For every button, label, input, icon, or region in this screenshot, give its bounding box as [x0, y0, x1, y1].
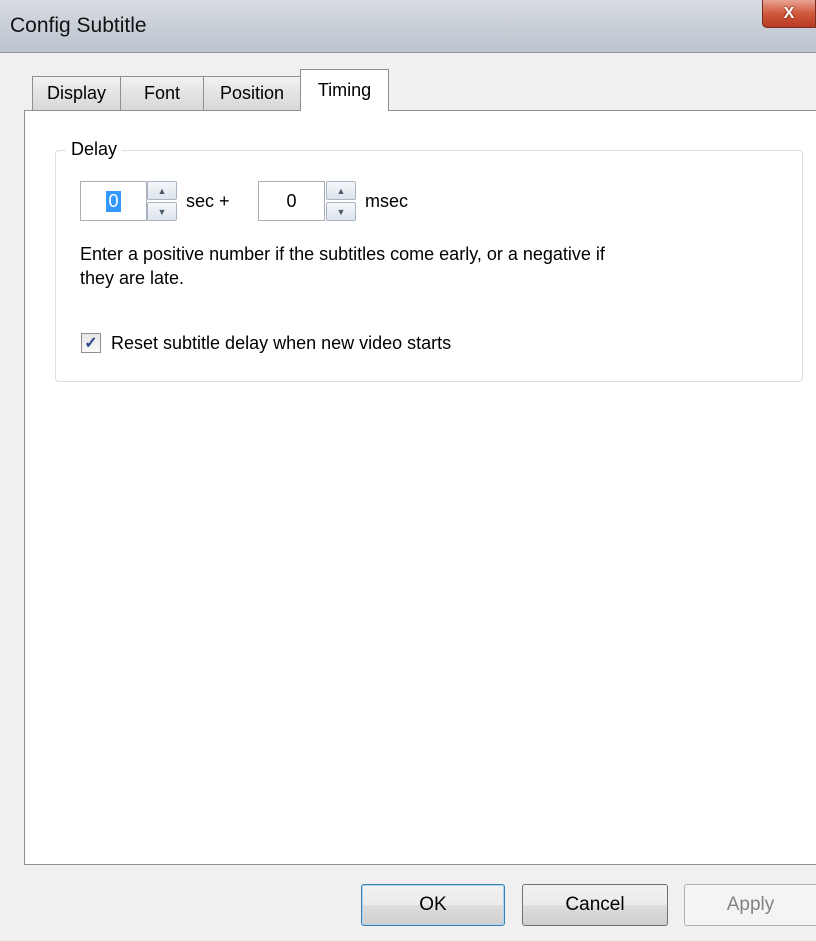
tab-label: Display	[46, 83, 107, 103]
tab-label: Font	[143, 83, 181, 103]
tab-label: Position	[219, 83, 285, 103]
delay-sec-up-button[interactable]: ▲	[147, 181, 177, 200]
title-bar: Config Subtitle X	[0, 0, 816, 53]
ok-button[interactable]: OK	[361, 884, 505, 926]
reset-delay-checkbox[interactable]: ✓	[81, 333, 101, 353]
delay-msec-input[interactable]: 0	[258, 181, 325, 221]
close-button[interactable]: X	[762, 0, 816, 28]
tab-position[interactable]: Position	[203, 76, 301, 110]
up-arrow-icon: ▲	[157, 185, 167, 196]
delay-sec-value: 0	[106, 190, 121, 212]
apply-button[interactable]: Apply	[684, 884, 816, 926]
window-title: Config Subtitle	[10, 14, 147, 37]
ok-button-label: OK	[419, 894, 447, 915]
delay-msec-value: 0	[286, 190, 297, 211]
delay-group-label: Delay	[66, 139, 123, 160]
delay-sec-input[interactable]: 0	[80, 181, 147, 221]
delay-msec-spinner: ▲ ▼	[326, 181, 356, 221]
tab-label: Timing	[317, 80, 372, 100]
delay-sec-down-button[interactable]: ▼	[147, 202, 177, 221]
msec-unit-label: msec	[365, 191, 409, 211]
delay-sec-spinner: ▲ ▼	[147, 181, 177, 221]
close-icon: X	[783, 4, 795, 22]
apply-button-label: Apply	[726, 894, 775, 915]
down-arrow-icon: ▼	[157, 206, 167, 217]
cancel-button-label: Cancel	[565, 894, 625, 915]
tab-display[interactable]: Display	[32, 76, 121, 110]
up-arrow-icon: ▲	[336, 185, 346, 196]
tab-timing[interactable]: Timing	[300, 69, 389, 111]
delay-help-text-line1: Enter a positive number if the subtitles…	[80, 244, 605, 264]
down-arrow-icon: ▼	[336, 206, 346, 217]
delay-msec-up-button[interactable]: ▲	[326, 181, 356, 200]
delay-msec-down-button[interactable]: ▼	[326, 202, 356, 221]
cancel-button[interactable]: Cancel	[522, 884, 668, 926]
check-icon: ✓	[84, 335, 98, 352]
delay-help-text-line2: they are late.	[80, 268, 185, 288]
sec-unit-label: sec +	[186, 191, 230, 211]
reset-delay-checkbox-label[interactable]: Reset subtitle delay when new video star…	[111, 333, 451, 354]
tab-font[interactable]: Font	[120, 76, 204, 110]
